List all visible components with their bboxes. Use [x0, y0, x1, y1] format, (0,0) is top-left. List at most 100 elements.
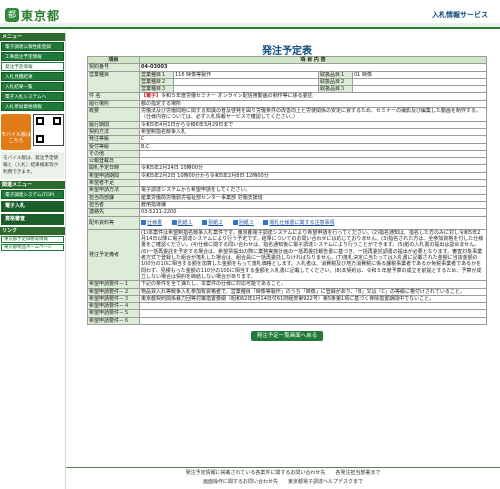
- row-label: 履行期間: [87, 120, 140, 129]
- sidebar-item-system-top[interactable]: 電子調達システム(TOP): [1, 190, 64, 199]
- table-row: 履行期間 令和5年4月1日から令和6年3月29日まで: [87, 120, 487, 129]
- attachment-link[interactable]: 別紙１: [171, 219, 193, 226]
- attachment-link[interactable]: 別紙２: [202, 219, 223, 226]
- row-value: 産業労働局労働勤労福祉部センター事業部 労働支援班: [139, 193, 487, 202]
- table-row: 発注等級 C: [87, 135, 487, 144]
- table-row: 希望申請要件－４: [87, 302, 487, 311]
- table-row: 希望申請要件－２ 物品買入れ等競争入札参加有資格者で、営業種目「映像等製作」のうち…: [87, 287, 487, 296]
- header-band: [0, 23, 500, 27]
- row-value: 都の指定する場所: [139, 99, 487, 109]
- row-label: 発注等級: [87, 135, 140, 144]
- file-icon: [171, 219, 177, 225]
- row-label: 配布資料等: [87, 215, 140, 230]
- row-label: 希望申請要件－２: [87, 287, 140, 296]
- table-row: 開札予定日時 令和5年2月24日 10時00分: [87, 164, 487, 173]
- mobile-note: モバイル版は、発注予定情報と（入札）結果検索等が利用できます。: [1, 152, 64, 179]
- row-label: 希望申請要件－６: [87, 316, 140, 326]
- link-goods-homepage[interactable]: 東京都物品ホームページ: [1, 244, 64, 251]
- row-label: 概要: [87, 107, 140, 122]
- logo-text: 東京都: [21, 8, 61, 23]
- qr-code-icon: [33, 114, 64, 146]
- item-3: [352, 85, 487, 94]
- row-label: 担当局部課: [87, 193, 140, 202]
- service-name: 入札情報サービス: [432, 11, 488, 19]
- row-label: 開札予定日時: [87, 164, 140, 173]
- sidebar-item-bid-results[interactable]: 入札見積結果: [1, 72, 64, 81]
- table-row: 概要 労働法及び労働問題に関する知識の普及啓発を図り労働条件の改善向上と労使関係の…: [87, 107, 487, 122]
- qualification-button[interactable]: 資格審査: [1, 214, 64, 225]
- table-row: 希望申請要件－６: [87, 316, 487, 326]
- business-type-3: [173, 85, 319, 94]
- table-row: 営業種目２ 取扱品目２: [88, 77, 487, 87]
- table-row: 連絡先 03-5211-2200: [87, 208, 487, 217]
- back-to-list-button[interactable]: 発注予定一覧画面へ戻る: [251, 330, 323, 341]
- table-row: 履行場所 都の指定する場所: [87, 99, 487, 109]
- order-remarks: (1)本案件は希望制指名競争入札案件です。東京都電子調達システムにより希望申請を…: [139, 228, 487, 282]
- footer-contact-line: 発注予定情報に掲載されている各案件に関するお問い合わせ先 各発注担当部署まで: [185, 470, 381, 476]
- attachment-link[interactable]: 仕様書: [141, 219, 162, 226]
- row-value: 物品買入れ等競争入札参加有資格者で、営業種目「映像等製作」のうち「映像」に登録が…: [139, 287, 487, 296]
- sub-label: 営業種目３: [139, 85, 174, 94]
- table-row: 担当者 雇用指導課: [87, 200, 487, 210]
- table-row: 担当局部課 産業労働局労働勤労福祉部センター事業部 労働支援班: [87, 193, 487, 202]
- table-row: 希望申請要件－１ 下記の条件を全て満たし、本案件の仕様に対応可能であること。: [87, 280, 487, 289]
- mobile-banner[interactable]: モバイル版はこちら: [1, 114, 64, 150]
- subject: 【電子】令和５年度労働セミナー オンライン配信用動画の制作等に係る委託: [139, 92, 487, 101]
- attachments: 仕様書 別紙１ 別紙２ 別紙３ 電札仕様書に関する注意事項: [139, 215, 487, 230]
- main-content: 発注予定表 項目 項 目 内 容 契約番号 04-03003 営業種目 営業種目１…: [87, 31, 487, 341]
- row-value: 令和5年2月24日 10時00分: [139, 164, 487, 173]
- footer: 発注予定情報に掲載されている各案件に関するお問い合わせ先 各発注担当部署まで 画…: [66, 467, 500, 489]
- row-value: 令和5年4月1日から令和6年3月29日まで: [139, 120, 487, 129]
- order-detail-table: 項目 項 目 内 容 契約番号 04-03003 営業種目 営業種目１ 116 映…: [87, 55, 487, 326]
- row-label: 希望申請方法: [87, 186, 140, 195]
- row-value: 労働法及び労働問題に関する知識の普及啓発を図り労働条件の改善向上と労使関係の安定…: [139, 107, 487, 122]
- row-label: 希望者不足: [87, 179, 140, 188]
- sidebar-menu-heading: メニュー: [0, 33, 65, 41]
- row-value: [139, 302, 487, 311]
- ebid-button[interactable]: 電子入札: [1, 201, 64, 212]
- row-label: 発注予定備考: [87, 228, 140, 282]
- row-label: 希望申請期間: [87, 171, 140, 181]
- row-value: 東京都契約関係暴力団等対策措置要綱（昭和62年1月14日付61財経庶第922号）…: [139, 294, 487, 304]
- row-value: B,C: [139, 142, 487, 151]
- row-value: 電子調達システムから希望申請をしてください。: [139, 186, 487, 195]
- contract-number: 04-03003: [139, 63, 487, 72]
- tokyo-logo-icon: 都: [5, 8, 19, 22]
- sidebar-item-result-list[interactable]: 入札結果一覧: [1, 82, 64, 91]
- table-row: 配布資料等 仕様書 別紙１ 別紙２ 別紙３ 電札仕様書に関する注意事項: [87, 215, 487, 230]
- row-value: 03-5211-2200: [139, 208, 487, 217]
- table-row: 営業種目３ 取扱品目３: [88, 85, 487, 94]
- table-row: 発注予定備考 (1)本案件は希望制指名競争入札案件です。東京都電子調達システムによ…: [87, 228, 487, 282]
- tokyo-logo[interactable]: 都 東京都: [5, 7, 60, 23]
- table-row: 公報登載日: [87, 157, 487, 166]
- attachment-link[interactable]: 電札仕様書に関する注意事項: [263, 219, 334, 226]
- file-icon: [202, 219, 208, 225]
- sidebar-item-construction-plan[interactable]: 工事発注予定情報: [1, 52, 64, 61]
- related-menu-heading: 関連メニュー: [0, 181, 65, 189]
- column-header-content: 項 目 内 容: [139, 55, 487, 65]
- table-row: 希望者不足: [87, 179, 487, 188]
- item-2: [352, 77, 487, 87]
- business-type-2: [173, 77, 319, 87]
- mobile-phone-icon[interactable]: モバイル版はこちら: [1, 114, 31, 150]
- footer-helpdesk-line: 画面操作に関するお問い合わせ先 東京都電子調達ヘルプデスクまで: [202, 479, 363, 485]
- file-icon: [232, 219, 238, 225]
- row-value: 下記の条件を全て満たし、本案件の仕様に対応可能であること。: [139, 280, 487, 289]
- sidebar-item-qualification[interactable]: 入札参加資格情報: [1, 102, 64, 111]
- attachment-link[interactable]: 別紙３: [232, 219, 254, 226]
- item-1: 01 映像: [352, 70, 487, 79]
- row-label: 契約番号: [87, 63, 140, 72]
- file-icon: [141, 219, 146, 225]
- row-value: 令和5年2月2日 10時00分から令和5年2月8日 12時00分: [139, 171, 487, 181]
- row-value: [139, 179, 487, 188]
- row-label: 希望申請要件－３: [87, 294, 140, 304]
- table-row: 契約方法 希望制指名競争入札: [87, 127, 487, 137]
- table-row: 受付等級 B,C: [87, 142, 487, 151]
- sub-label: 取扱品目１: [318, 70, 353, 79]
- link-price-info[interactable]: 東京都予定価格等情報: [1, 236, 64, 243]
- header: 都 東京都 入札情報サービス: [0, 0, 500, 29]
- sidebar-item-order-plan[interactable]: 発注予定情報: [1, 62, 64, 71]
- row-label: 担当者: [87, 200, 140, 210]
- sidebar-item-procurement-notice[interactable]: 電子調達公報性能登録: [1, 42, 64, 51]
- sidebar-item-ebid-system[interactable]: 電子入札システムへ: [1, 92, 64, 101]
